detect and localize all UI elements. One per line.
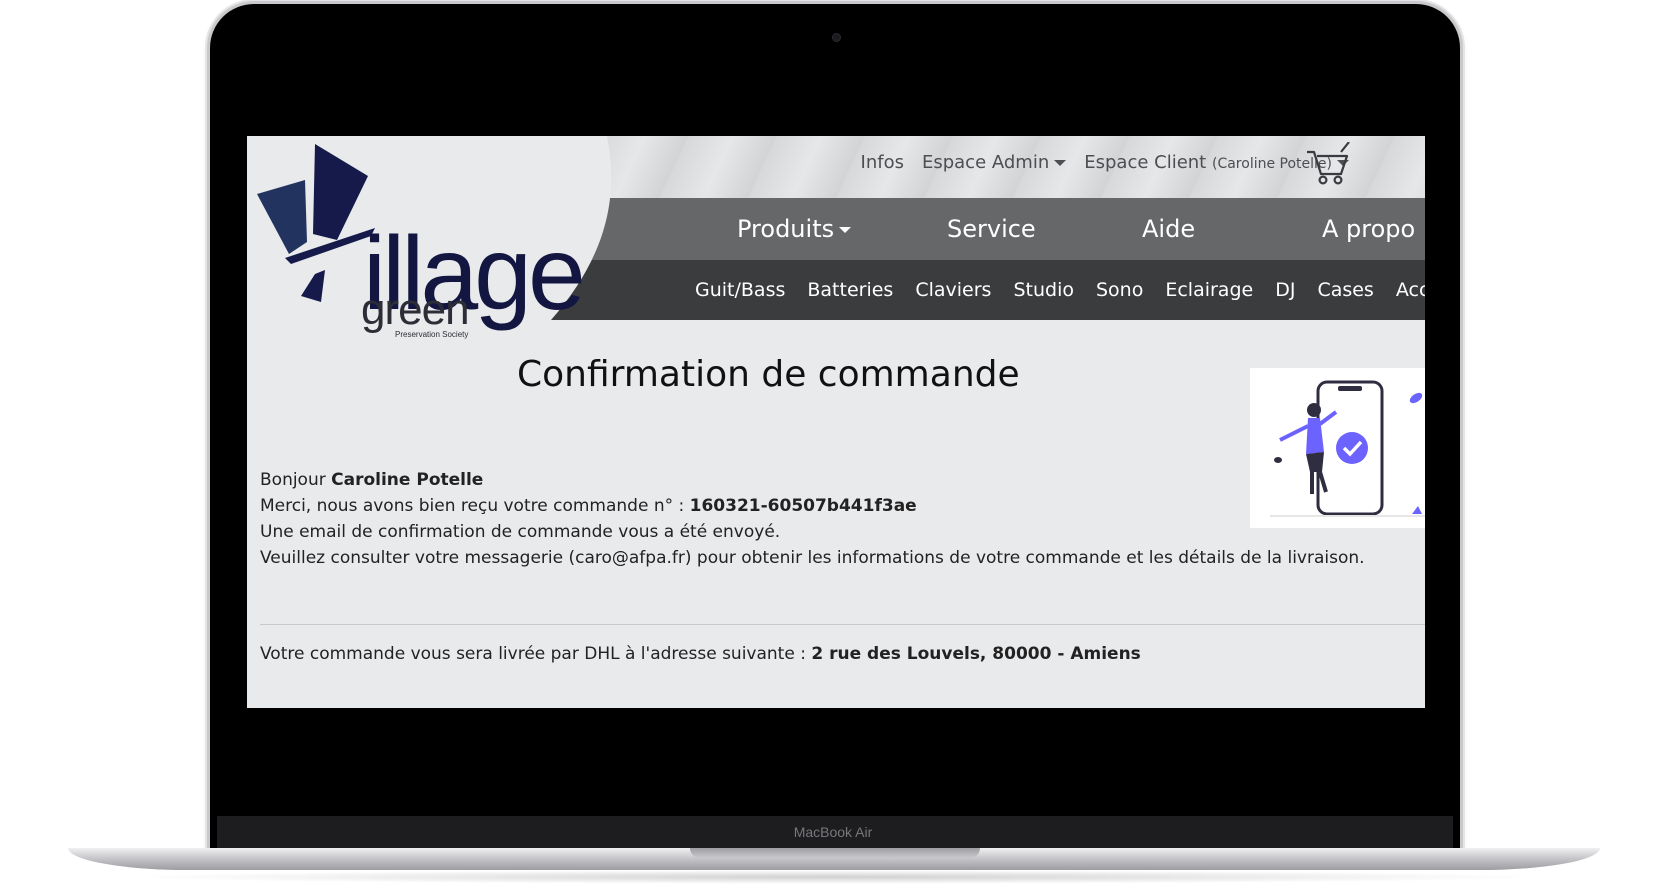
delivery-prefix: Votre commande vous sera livrée par DHL … — [260, 644, 806, 664]
main-nav: Produits Service Aide A propo — [737, 198, 1415, 260]
sub-nav-claviers[interactable]: Claviers — [915, 279, 991, 301]
consult-mail-line: Veuillez consulter votre messagerie (car… — [260, 548, 1365, 568]
sub-nav-cases[interactable]: Cases — [1317, 279, 1373, 301]
sub-nav: Guit/Bass Batteries Claviers Studio Sono… — [695, 260, 1425, 320]
logo-tagline: Preservation Society — [395, 330, 469, 339]
customer-name: Caroline Potelle — [331, 470, 484, 490]
camera — [832, 33, 841, 42]
client-dropdown-label: Espace Client — [1084, 152, 1207, 173]
cart-icon[interactable] — [1305, 142, 1351, 186]
sub-nav-guit-bass[interactable]: Guit/Bass — [695, 279, 785, 301]
sub-nav-eclairage[interactable]: Eclairage — [1165, 279, 1253, 301]
top-links: Infos Espace Admin Espace Client (Caroli… — [861, 152, 1349, 173]
nav-produits-label: Produits — [737, 215, 835, 243]
nav-a-propos[interactable]: A propo — [1322, 215, 1415, 243]
site-logo[interactable]: illage green Preservation Society — [255, 142, 586, 339]
order-confirmed-illustration — [1250, 368, 1425, 528]
sub-nav-batteries[interactable]: Batteries — [807, 279, 893, 301]
delivery-line: Votre commande vous sera livrée par DHL … — [260, 644, 1141, 664]
nav-produits[interactable]: Produits — [737, 215, 947, 243]
divider — [260, 624, 1425, 625]
email-sent-line: Une email de confirmation de commande vo… — [260, 522, 781, 542]
page-title: Confirmation de commande — [517, 354, 1020, 395]
admin-dropdown-label: Espace Admin — [921, 152, 1050, 173]
sub-nav-studio[interactable]: Studio — [1013, 279, 1074, 301]
admin-dropdown[interactable]: Espace Admin — [921, 152, 1067, 173]
order-number: 160321-60507b441f3ae — [689, 496, 917, 516]
sub-nav-dj[interactable]: DJ — [1275, 279, 1295, 301]
delivery-address: 2 rue des Louvels, 80000 - Amiens — [811, 644, 1141, 664]
sub-nav-access[interactable]: Access — [1396, 279, 1425, 301]
nav-aide[interactable]: Aide — [1142, 215, 1322, 243]
laptop-shadow — [120, 870, 1548, 884]
infos-link[interactable]: Infos — [861, 152, 904, 173]
logo-sub-word: green — [361, 285, 470, 334]
laptop-notch — [690, 848, 980, 858]
order-number-prefix: Merci, nous avons bien reçu votre comman… — [260, 496, 685, 516]
greeting-text: Bonjour — [260, 470, 326, 490]
sub-nav-sono[interactable]: Sono — [1096, 279, 1143, 301]
laptop-model-label: MacBook Air — [793, 824, 873, 840]
browser-screen: illage green Preservation Society Infos … — [247, 136, 1425, 708]
nav-service[interactable]: Service — [947, 215, 1142, 243]
greeting-line: Bonjour Caroline Potelle — [260, 470, 483, 490]
chevron-down-icon — [1054, 160, 1067, 166]
order-number-line: Merci, nous avons bien reçu votre comman… — [260, 496, 917, 516]
chevron-down-icon — [839, 227, 852, 233]
